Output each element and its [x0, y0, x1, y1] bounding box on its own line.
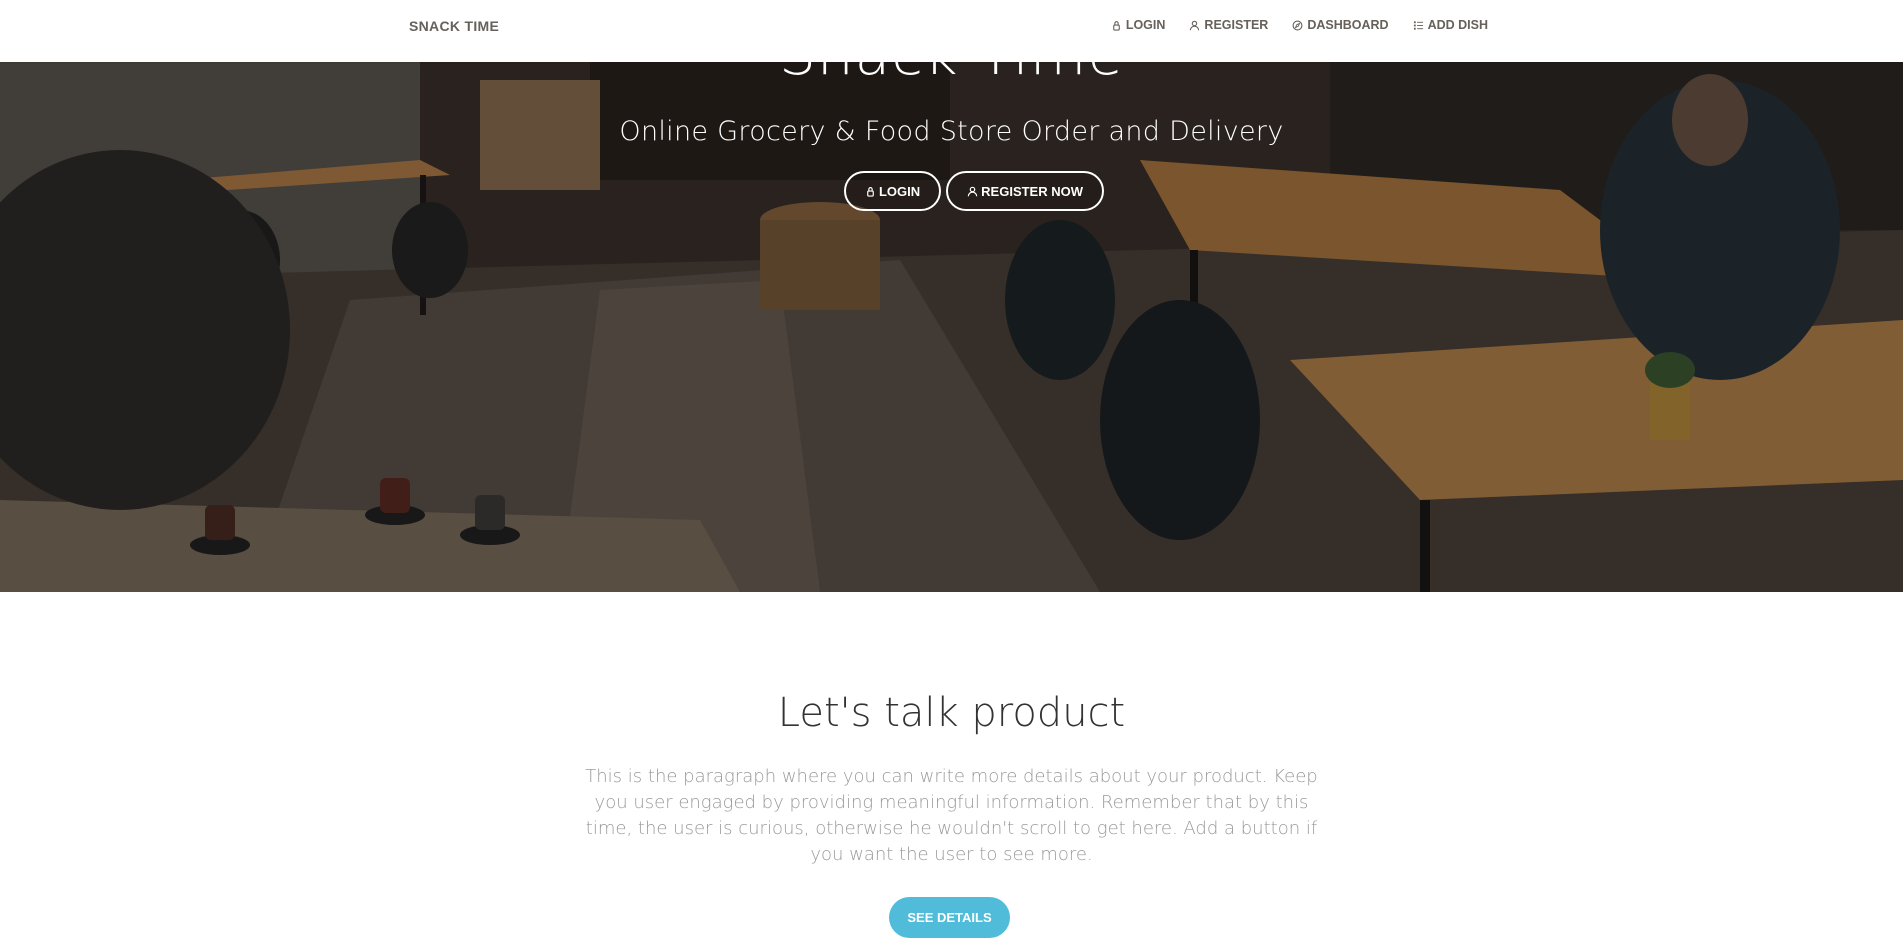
user-icon [1190, 20, 1200, 30]
section-title: Let's talk product [777, 690, 1126, 736]
list-icon [1413, 20, 1423, 30]
nav-dashboard-link[interactable]: DASHBOARD [1292, 18, 1389, 32]
nav-login-link[interactable]: LOGIN [1111, 18, 1166, 32]
nav-links: LOGIN REGISTER DASHBOARD ADD DISH [1111, 18, 1488, 32]
hero-login-label: LOGIN [878, 183, 921, 199]
hero-register-now-button[interactable]: REGISTER NOW [946, 171, 1104, 211]
hero-subtitle: Online Grocery & Food Store Order and De… [619, 116, 1284, 147]
nav-add-dish-link[interactable]: ADD DISH [1413, 18, 1488, 32]
lock-icon [1113, 20, 1120, 31]
hero-login-button[interactable]: LOGIN [843, 171, 942, 211]
product-section: Let's talk product This is the paragraph… [0, 592, 1903, 950]
nav-register-link[interactable]: REGISTER [1189, 18, 1268, 32]
nav-add-dish-label: ADD DISH [1427, 18, 1488, 32]
hero-buttons: LOGIN REGISTER NOW [0, 171, 1903, 211]
hero-register-now-label: REGISTER NOW [981, 183, 1083, 199]
compass-icon [1292, 20, 1303, 30]
lock-icon [867, 186, 874, 197]
see-details-button[interactable]: SEE DETAILS [889, 897, 1010, 938]
nav-register-label: REGISTER [1204, 18, 1269, 32]
section-description: This is the paragraph where you can writ… [585, 766, 1318, 865]
brand-logo-text[interactable]: SNACK TIME [409, 18, 499, 34]
nav-login-label: LOGIN [1125, 18, 1166, 32]
user-icon [967, 186, 978, 196]
hero-dark-overlay [0, 0, 1903, 592]
hero-section: Snack Time Online Grocery & Food Store O… [0, 0, 1903, 592]
nav-dashboard-label: DASHBOARD [1307, 18, 1389, 32]
top-navbar: SNACK TIME LOGIN REGISTER DASHBOARD ADD … [0, 0, 1903, 62]
